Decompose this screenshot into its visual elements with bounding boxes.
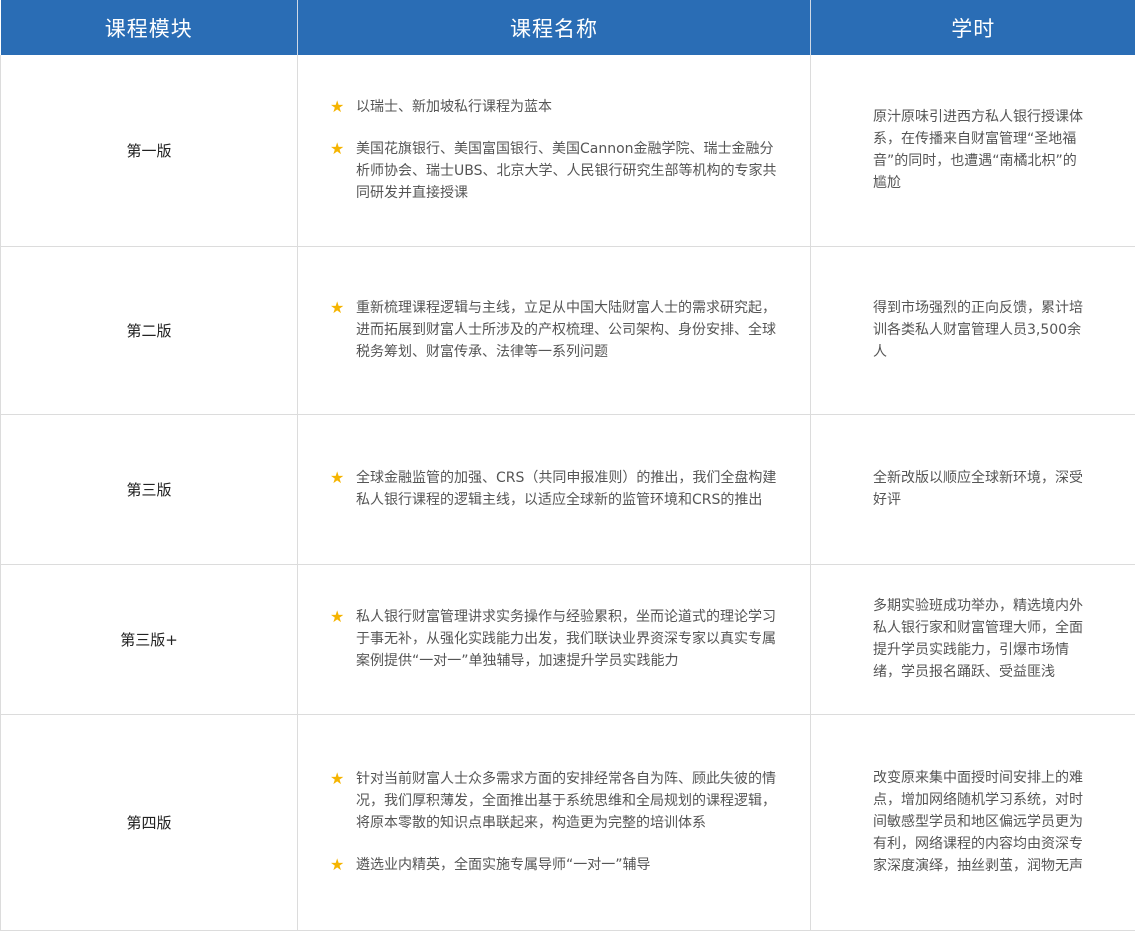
list-item: ★ 美国花旗银行、美国富国银行、美国Cannon金融学院、瑞士金融分析师协会、瑞士… (330, 138, 780, 204)
module-cell: 第四版 (0, 714, 298, 931)
point-list: ★ 重新梳理课程逻辑与主线，立足从中国大陆财富人士的需求研究起，进而拓展到财富人士… (330, 297, 780, 363)
star-icon: ★ (330, 468, 345, 487)
table-row: 第三版+ ★ 私人银行财富管理讲求实务操作与经验累积，坐而论道式的理论学习于事无补… (0, 564, 1135, 715)
point-text: 以瑞士、新加坡私行课程为蓝本 (356, 99, 552, 116)
module-cell: 第一版 (0, 55, 298, 247)
module-cell: 第三版 (0, 414, 298, 565)
point-text: 私人银行财富管理讲求实务操作与经验累积，坐而论道式的理论学习于事无补，从强化实践… (356, 609, 776, 669)
star-icon: ★ (330, 139, 345, 159)
table-row: 第四版 ★ 针对当前财富人士众多需求方面的安排经常各自为阵、顾此失彼的情况，我们厚… (0, 714, 1135, 931)
course-name-cell: ★ 私人银行财富管理讲求实务操作与经验累积，坐而论道式的理论学习于事无补，从强化实… (297, 564, 811, 715)
star-icon: ★ (330, 769, 345, 788)
star-icon: ★ (330, 855, 345, 874)
list-item: ★ 针对当前财富人士众多需求方面的安排经常各自为阵、顾此失彼的情况，我们厚积薄发，… (330, 768, 780, 834)
star-icon: ★ (330, 97, 345, 117)
module-cell: 第三版+ (0, 564, 298, 715)
list-item: ★ 私人银行财富管理讲求实务操作与经验累积，坐而论道式的理论学习于事无补，从强化实… (330, 606, 780, 672)
point-list: ★ 以瑞士、新加坡私行课程为蓝本 ★ 美国花旗银行、美国富国银行、美国Cannon金… (330, 96, 780, 204)
course-name-cell: ★ 重新梳理课程逻辑与主线，立足从中国大陆财富人士的需求研究起，进而拓展到财富人士… (297, 246, 811, 415)
module-cell: 第二版 (0, 246, 298, 415)
point-list: ★ 针对当前财富人士众多需求方面的安排经常各自为阵、顾此失彼的情况，我们厚积薄发，… (330, 768, 780, 876)
header-hours: 学时 (810, 0, 1135, 55)
hours-cell: 得到市场强烈的正向反馈，累计培训各类私人财富管理人员3,500余人 (810, 246, 1135, 415)
point-list: ★ 私人银行财富管理讲求实务操作与经验累积，坐而论道式的理论学习于事无补，从强化实… (330, 606, 780, 672)
course-name-cell: ★ 针对当前财富人士众多需求方面的安排经常各自为阵、顾此失彼的情况，我们厚积薄发，… (297, 714, 811, 931)
list-item: ★ 以瑞士、新加坡私行课程为蓝本 (330, 96, 780, 118)
list-item: ★ 全球金融监管的加强、CRS（共同申报准则）的推出，我们全盘构建私人银行课程的逻… (330, 467, 780, 511)
list-item: ★ 遴选业内精英，全面实施专属导师“一对一”辅导 (330, 854, 780, 876)
table-row: 第二版 ★ 重新梳理课程逻辑与主线，立足从中国大陆财富人士的需求研究起，进而拓展到… (0, 246, 1135, 415)
hours-cell: 全新改版以顺应全球新环境，深受好评 (810, 414, 1135, 565)
point-text: 针对当前财富人士众多需求方面的安排经常各自为阵、顾此失彼的情况，我们厚积薄发，全… (356, 771, 776, 831)
star-icon: ★ (330, 607, 345, 626)
point-text: 全球金融监管的加强、CRS（共同申报准则）的推出，我们全盘构建私人银行课程的逻辑… (356, 470, 777, 508)
point-text: 美国花旗银行、美国富国银行、美国Cannon金融学院、瑞士金融分析师协会、瑞士U… (356, 141, 777, 202)
header-module: 课程模块 (0, 0, 298, 55)
header-course-name: 课程名称 (297, 0, 811, 55)
course-name-cell: ★ 以瑞士、新加坡私行课程为蓝本 ★ 美国花旗银行、美国富国银行、美国Cannon金… (297, 55, 811, 247)
star-icon: ★ (330, 298, 345, 317)
point-text: 遴选业内精英，全面实施专属导师“一对一”辅导 (356, 857, 651, 873)
header-row: 课程模块 课程名称 学时 (0, 0, 1135, 55)
hours-cell: 原汁原味引进西方私人银行授课体系，在传播来自财富管理“圣地福音”的同时，也遭遇“… (810, 55, 1135, 247)
point-list: ★ 全球金融监管的加强、CRS（共同申报准则）的推出，我们全盘构建私人银行课程的逻… (330, 467, 780, 511)
list-item: ★ 重新梳理课程逻辑与主线，立足从中国大陆财富人士的需求研究起，进而拓展到财富人士… (330, 297, 780, 363)
point-text: 重新梳理课程逻辑与主线，立足从中国大陆财富人士的需求研究起，进而拓展到财富人士所… (356, 300, 776, 360)
hours-cell: 多期实验班成功举办，精选境内外私人银行家和财富管理大师，全面提升学员实践能力，引… (810, 564, 1135, 715)
hours-cell: 改变原来集中面授时间安排上的难点，增加网络随机学习系统，对时间敏感型学员和地区偏… (810, 714, 1135, 931)
table-row: 第三版 ★ 全球金融监管的加强、CRS（共同申报准则）的推出，我们全盘构建私人银行… (0, 414, 1135, 565)
course-table: 课程模块 课程名称 学时 第一版 ★ 以瑞士、新加坡私行课程为蓝本 ★ 美国花旗银行… (0, 0, 1135, 931)
table-row: 第一版 ★ 以瑞士、新加坡私行课程为蓝本 ★ 美国花旗银行、美国富国银行、美国Can… (0, 55, 1135, 247)
course-name-cell: ★ 全球金融监管的加强、CRS（共同申报准则）的推出，我们全盘构建私人银行课程的逻… (297, 414, 811, 565)
